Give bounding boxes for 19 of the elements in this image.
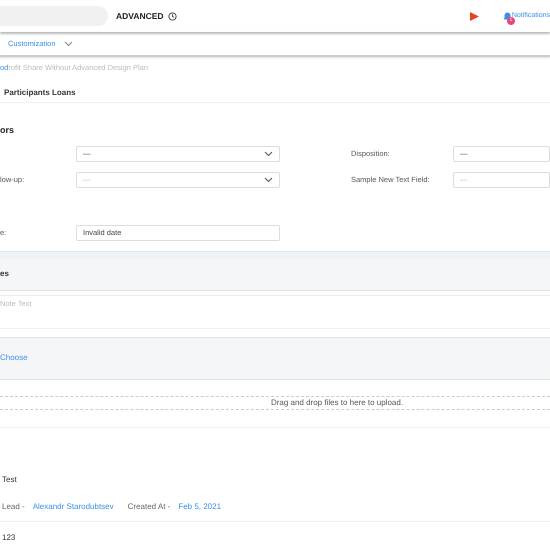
chevron-icon (264, 176, 273, 183)
dropzone[interactable]: Drag and drop files to here to upload. (0, 396, 550, 410)
clock-icon (168, 12, 177, 20)
bell-icon (502, 12, 512, 20)
chevron-icon (64, 40, 73, 46)
section-title: ors (0, 124, 16, 138)
meta-label: Lead - (2, 500, 25, 513)
choose-link[interactable]: Choose (0, 352, 28, 364)
note-text: Test (2, 474, 18, 486)
date-link[interactable]: Feb 5, 2021 (178, 500, 222, 513)
page-title: ADVANCED (116, 10, 164, 22)
section-title: es (0, 268, 9, 280)
author-link[interactable]: Alexandr Starodubtsev (32, 500, 114, 513)
dropzone-text: Drag and drop files to here to upload. (270, 396, 404, 409)
meta-label: Created At - (128, 500, 170, 513)
note-text: 123 (2, 532, 16, 544)
tab-label[interactable]: Participants Loans (4, 88, 76, 98)
play-icon[interactable] (470, 12, 479, 20)
chevron-icon (264, 150, 273, 157)
